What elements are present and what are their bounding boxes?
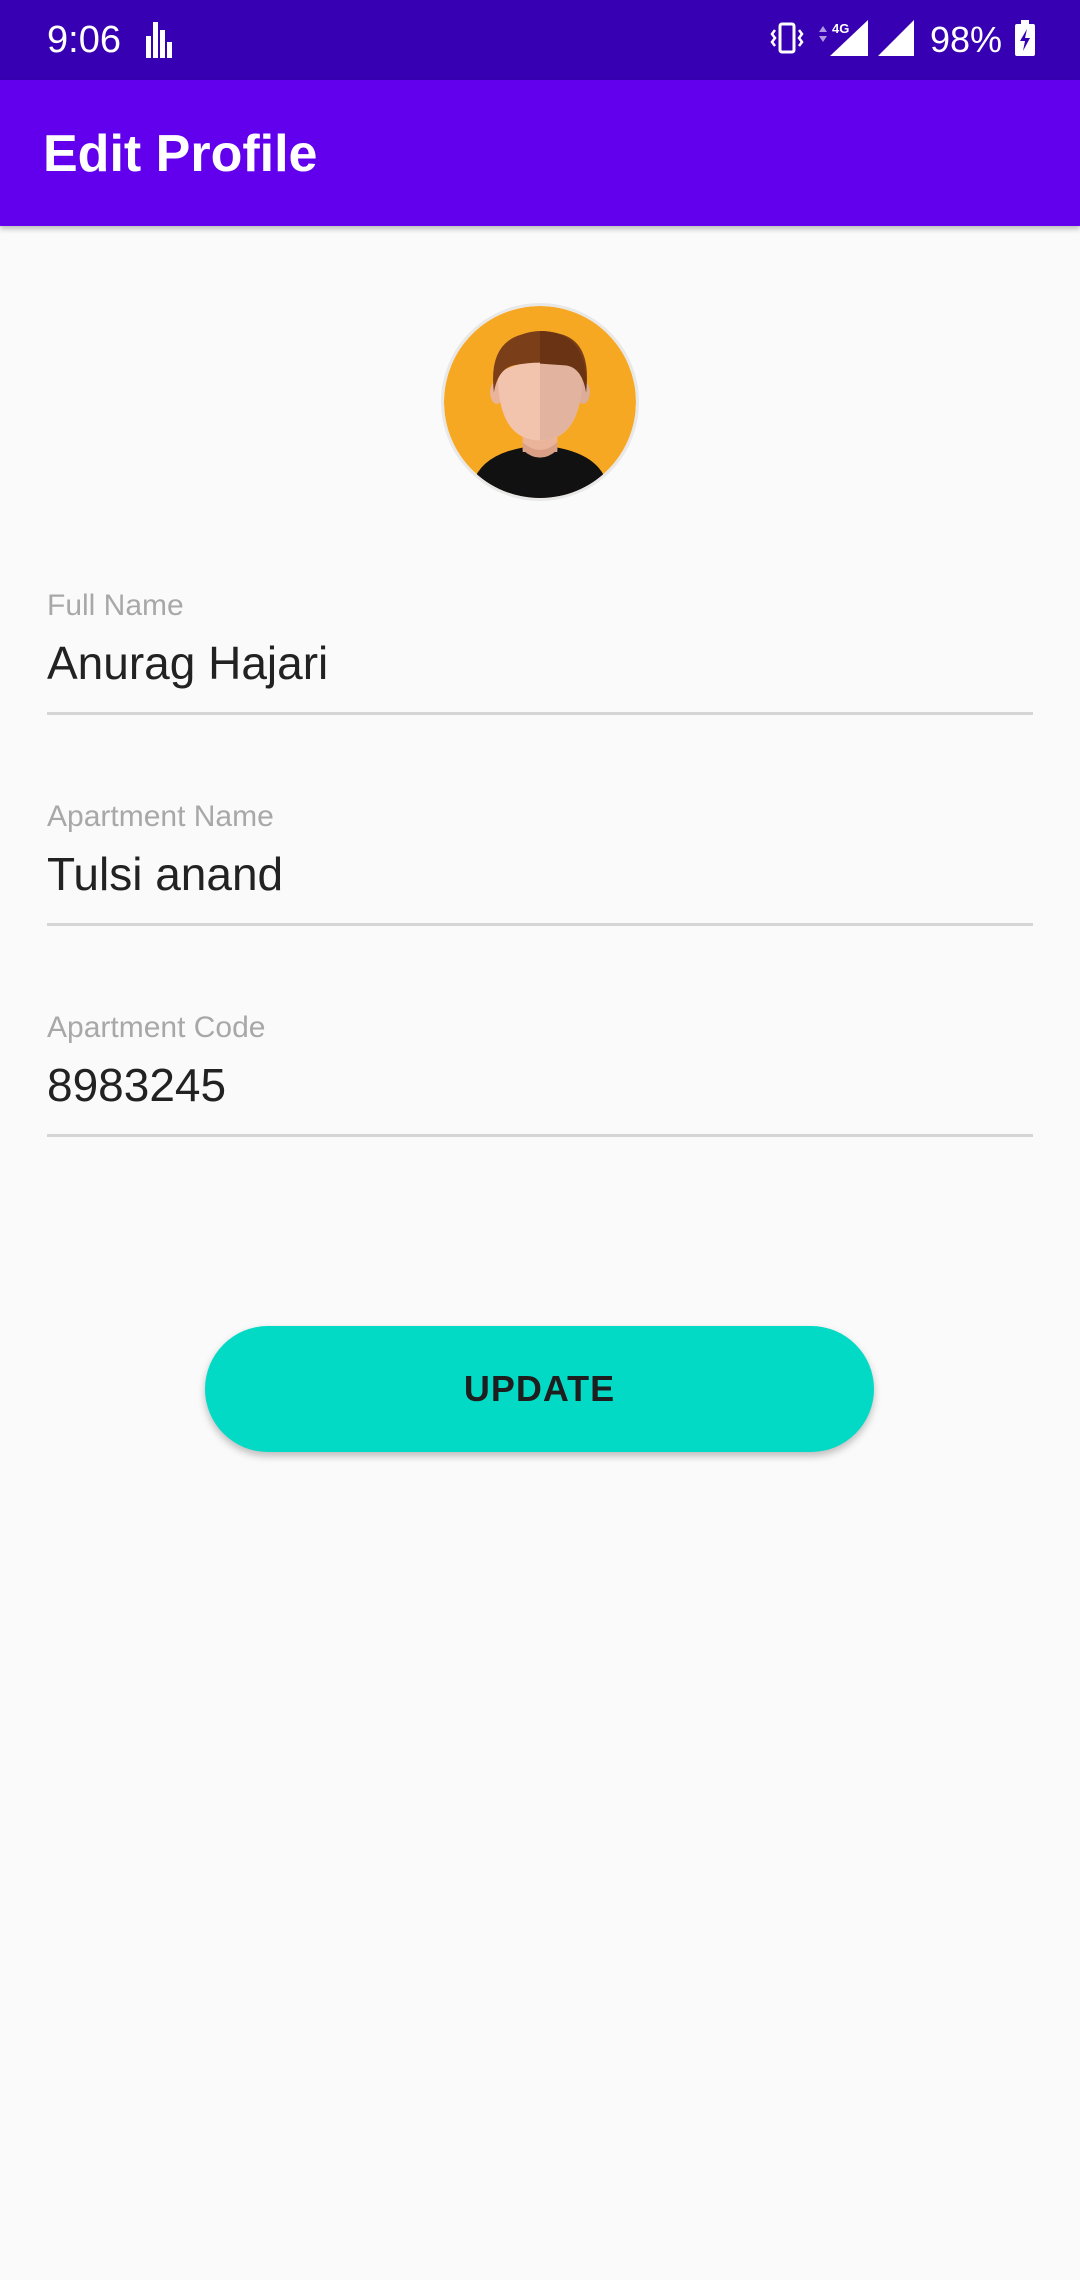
apartment-code-input[interactable] <box>47 1052 1033 1118</box>
user-avatar-icon <box>444 306 636 498</box>
battery-percent: 98% <box>929 19 1002 60</box>
battery-charging-icon <box>1014 19 1036 61</box>
apartment-code-underline <box>47 1134 1033 1137</box>
activity-icon <box>146 22 172 58</box>
status-icons: 4G 98% <box>770 18 1036 62</box>
apartment-name-underline <box>47 923 1033 926</box>
update-button[interactable]: UPDATE <box>205 1326 874 1452</box>
avatar[interactable] <box>441 303 639 501</box>
full-name-input[interactable] <box>47 630 1033 696</box>
apartment-code-label: Apartment Code <box>47 1011 266 1044</box>
full-name-underline <box>47 712 1033 715</box>
apartment-name-label: Apartment Name <box>47 800 274 833</box>
network-label: 4G <box>832 21 849 36</box>
apartment-name-input[interactable] <box>47 841 1033 907</box>
vibrate-icon <box>770 21 804 60</box>
full-name-label: Full Name <box>47 589 184 622</box>
status-bar: 9:06 4G 98% <box>0 0 1080 80</box>
status-time: 9:06 <box>47 19 121 61</box>
signal-4g-icon: 4G <box>816 19 868 61</box>
app-bar: Edit Profile <box>0 80 1080 226</box>
signal-icon <box>877 19 914 61</box>
page-title: Edit Profile <box>43 125 318 183</box>
